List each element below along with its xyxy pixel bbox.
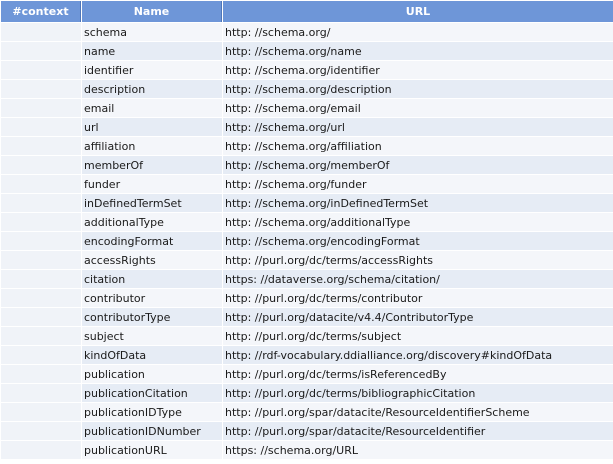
table-row: contributor http: //purl.org/dc/terms/con… bbox=[1, 289, 613, 307]
name-cell: schema bbox=[82, 23, 222, 41]
name-cell: inDefinedTermSet bbox=[82, 194, 222, 212]
url-cell: http: //purl.org/spar/datacite/ResourceI… bbox=[223, 403, 613, 421]
context-cell bbox=[1, 289, 81, 307]
name-cell: contributor bbox=[82, 289, 222, 307]
context-cell bbox=[1, 346, 81, 364]
context-cell bbox=[1, 270, 81, 288]
name-cell: publicationURL bbox=[82, 441, 222, 459]
context-cell bbox=[1, 213, 81, 231]
table-row: email http: //schema.org/email bbox=[1, 99, 613, 117]
url-cell: http: //schema.org/url bbox=[223, 118, 613, 136]
name-cell: kindOfData bbox=[82, 346, 222, 364]
url-cell: http: //rdf-vocabulary.ddialliance.org/d… bbox=[223, 346, 613, 364]
context-cell bbox=[1, 175, 81, 193]
url-cell: https: //schema.org/URL bbox=[223, 441, 613, 459]
url-cell: http: //schema.org/email bbox=[223, 99, 613, 117]
name-cell: publicationIDNumber bbox=[82, 422, 222, 440]
table-row: inDefinedTermSet http: //schema.org/inDef… bbox=[1, 194, 613, 212]
table-row: citation https: //dataverse.org/schema/ci… bbox=[1, 270, 613, 288]
table-row: funder http: //schema.org/funder bbox=[1, 175, 613, 193]
url-cell: http: //schema.org/inDefinedTermSet bbox=[223, 194, 613, 212]
table-body: schema http: //schema.org/name http: //sch… bbox=[1, 23, 613, 459]
table-row: publicationCitation http: //purl.org/dc/t… bbox=[1, 384, 613, 402]
name-cell: name bbox=[82, 42, 222, 60]
url-cell: https: //dataverse.org/schema/citation/ bbox=[223, 270, 613, 288]
context-cell bbox=[1, 441, 81, 459]
name-cell: encodingFormat bbox=[82, 232, 222, 250]
name-cell: publicationCitation bbox=[82, 384, 222, 402]
table-row: publicationIDType http: //purl.org/spar/d… bbox=[1, 403, 613, 421]
name-cell: publication bbox=[82, 365, 222, 383]
url-cell: http: //schema.org/additionalType bbox=[223, 213, 613, 231]
context-cell bbox=[1, 156, 81, 174]
context-table: #context Name URL schema http: //schema.o… bbox=[0, 0, 613, 460]
table-row: url http: //schema.org/url bbox=[1, 118, 613, 136]
name-cell: subject bbox=[82, 327, 222, 345]
name-cell: email bbox=[82, 99, 222, 117]
table-row: additionalType http: //schema.org/additio… bbox=[1, 213, 613, 231]
context-cell bbox=[1, 422, 81, 440]
header-row: #context Name URL bbox=[1, 1, 613, 22]
url-cell: http: //schema.org/description bbox=[223, 80, 613, 98]
url-cell: http: //schema.org/affiliation bbox=[223, 137, 613, 155]
name-cell: url bbox=[82, 118, 222, 136]
context-cell bbox=[1, 23, 81, 41]
context-cell bbox=[1, 194, 81, 212]
table-row: encodingFormat http: //schema.org/encodin… bbox=[1, 232, 613, 250]
url-cell: http: //schema.org/funder bbox=[223, 175, 613, 193]
url-cell: http: //purl.org/dc/terms/accessRights bbox=[223, 251, 613, 269]
context-cell bbox=[1, 327, 81, 345]
url-cell: http: //purl.org/spar/datacite/ResourceI… bbox=[223, 422, 613, 440]
context-cell bbox=[1, 384, 81, 402]
context-cell bbox=[1, 308, 81, 326]
table-row: identifier http: //schema.org/identifier bbox=[1, 61, 613, 79]
url-cell: http: //purl.org/dc/terms/bibliographicC… bbox=[223, 384, 613, 402]
table-header: #context Name URL bbox=[1, 1, 613, 22]
name-cell: publicationIDType bbox=[82, 403, 222, 421]
name-cell: description bbox=[82, 80, 222, 98]
url-cell: http: //schema.org/name bbox=[223, 42, 613, 60]
name-cell: contributorType bbox=[82, 308, 222, 326]
url-cell: http: //purl.org/dc/terms/subject bbox=[223, 327, 613, 345]
context-cell bbox=[1, 232, 81, 250]
url-cell: http: //schema.org/ bbox=[223, 23, 613, 41]
table-row: kindOfData http: //rdf-vocabulary.ddialli… bbox=[1, 346, 613, 364]
url-cell: http: //schema.org/identifier bbox=[223, 61, 613, 79]
table-row: publicationURL https: //schema.org/URL bbox=[1, 441, 613, 459]
context-cell bbox=[1, 61, 81, 79]
name-cell: citation bbox=[82, 270, 222, 288]
name-cell: accessRights bbox=[82, 251, 222, 269]
table-row: contributorType http: //purl.org/datacite… bbox=[1, 308, 613, 326]
table-row: memberOf http: //schema.org/memberOf bbox=[1, 156, 613, 174]
header-context: #context bbox=[1, 1, 81, 22]
context-cell bbox=[1, 80, 81, 98]
context-cell bbox=[1, 42, 81, 60]
name-cell: identifier bbox=[82, 61, 222, 79]
context-cell bbox=[1, 118, 81, 136]
url-cell: http: //purl.org/datacite/v4.4/Contribut… bbox=[223, 308, 613, 326]
table-row: description http: //schema.org/descriptio… bbox=[1, 80, 613, 98]
url-cell: http: //schema.org/memberOf bbox=[223, 156, 613, 174]
table-row: publication http: //purl.org/dc/terms/isR… bbox=[1, 365, 613, 383]
table-row: affiliation http: //schema.org/affiliatio… bbox=[1, 137, 613, 155]
table-row: name http: //schema.org/name bbox=[1, 42, 613, 60]
name-cell: funder bbox=[82, 175, 222, 193]
url-cell: http: //purl.org/dc/terms/contributor bbox=[223, 289, 613, 307]
context-cell bbox=[1, 99, 81, 117]
table-row: accessRights http: //purl.org/dc/terms/ac… bbox=[1, 251, 613, 269]
context-cell bbox=[1, 365, 81, 383]
table-row: schema http: //schema.org/ bbox=[1, 23, 613, 41]
header-url: URL bbox=[223, 1, 613, 22]
table-row: subject http: //purl.org/dc/terms/subject bbox=[1, 327, 613, 345]
name-cell: affiliation bbox=[82, 137, 222, 155]
url-cell: http: //schema.org/encodingFormat bbox=[223, 232, 613, 250]
url-cell: http: //purl.org/dc/terms/isReferencedBy bbox=[223, 365, 613, 383]
context-cell bbox=[1, 251, 81, 269]
context-cell bbox=[1, 137, 81, 155]
name-cell: additionalType bbox=[82, 213, 222, 231]
header-name: Name bbox=[82, 1, 222, 22]
name-cell: memberOf bbox=[82, 156, 222, 174]
context-cell bbox=[1, 403, 81, 421]
table-row: publicationIDNumber http: //purl.org/spar… bbox=[1, 422, 613, 440]
